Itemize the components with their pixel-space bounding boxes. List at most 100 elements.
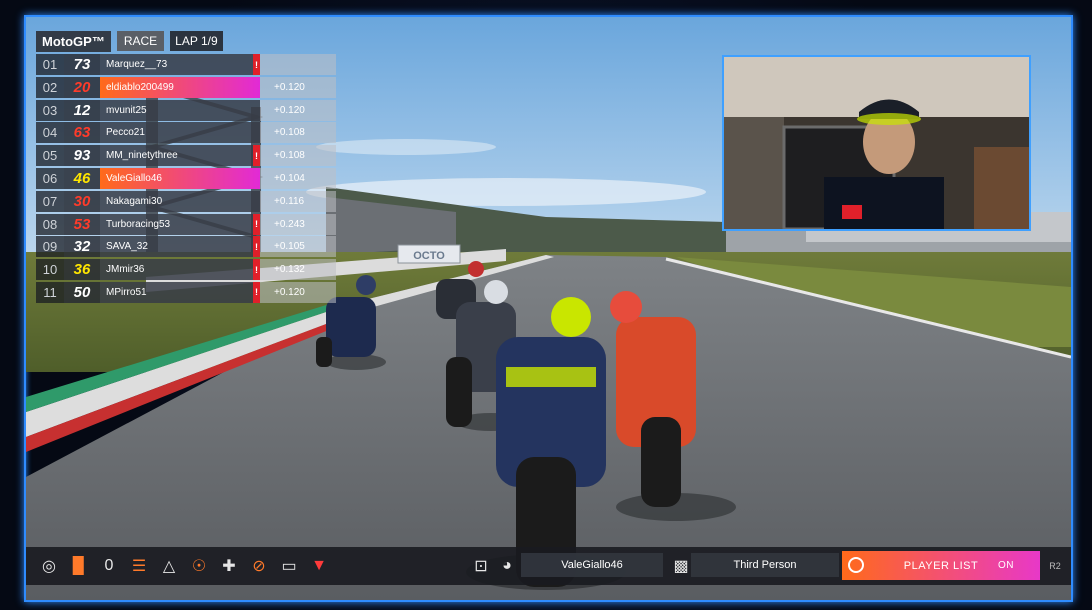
rider-name-text: eldiablo200499 <box>106 81 174 93</box>
gap-time: +0.116 <box>260 190 336 212</box>
position-label: 04 <box>36 122 64 144</box>
standings-row: 09 32 SAVA_32! +0.105 <box>36 236 336 258</box>
standings-row: 04 63 Pecco21 +0.108 <box>36 122 336 144</box>
position-label: 07 <box>36 190 64 212</box>
penalty-flag-icon: ! <box>253 54 260 75</box>
track-sign: OCTO <box>413 250 445 262</box>
position-label: 11 <box>36 281 64 303</box>
camera-view-label: Third Person <box>733 559 797 571</box>
rider-name-text: JMmir36 <box>106 264 145 276</box>
gap-time: +0.104 <box>260 167 336 189</box>
rider-selector-label: ValeGiallo46 <box>561 559 623 571</box>
rider-name: mvunit25 <box>100 99 260 121</box>
position-label: 08 <box>36 213 64 235</box>
standings-row: 06 46 ValeGiallo46 +0.104 <box>36 167 336 189</box>
rider-name-text: Marquez__73 <box>106 59 168 70</box>
dpad-icon[interactable]: ✚ <box>214 551 244 581</box>
camera-view-selector[interactable]: Third Person <box>691 553 839 577</box>
gap-time: +0.108 <box>260 145 336 167</box>
player-list-button[interactable]: PLAYER LIST ON <box>842 551 1040 580</box>
penalty-flag-icon: ! <box>253 213 260 235</box>
rider-number: 50 <box>64 281 100 303</box>
rider-name-text: mvunit25 <box>106 104 147 116</box>
microphone-icon[interactable]: ▼ <box>304 551 334 581</box>
webcam-feed <box>724 57 1029 229</box>
rider-name: MPirro51! <box>100 281 260 303</box>
rider-name-text: Nakagami30 <box>106 195 163 207</box>
rider-number: 53 <box>64 213 100 235</box>
rider-name: Pecco21 <box>100 122 260 144</box>
hud-topbar: MotoGP™ RACE LAP 1/9 <box>36 30 223 52</box>
lap-counter: LAP 1/9 <box>170 31 223 51</box>
rider-name-text: Turboracing53 <box>106 218 171 230</box>
position-label: 02 <box>36 76 64 98</box>
position-label: 01 <box>36 54 64 75</box>
rider-name: MM_ninetythree! <box>100 145 260 167</box>
standings-row: 01 73 Marquez__73! <box>36 54 336 75</box>
rider-number: 12 <box>64 99 100 121</box>
gap-time: +0.132 <box>260 259 336 281</box>
list-icon[interactable]: ☰ <box>124 551 154 581</box>
rider-number: 73 <box>64 54 100 75</box>
game-screen: OCTO MotoGP™ RACE LAP 1/9 01 73 Marquez_… <box>24 15 1073 602</box>
counter-label: 0 <box>104 557 114 574</box>
position-label: 06 <box>36 167 64 189</box>
standings-row: 08 53 Turboracing53! +0.243 <box>36 213 336 235</box>
standings-table: 01 73 Marquez__73! 02 20 eldiablo200499 +0.120… <box>36 54 336 305</box>
position-label: 05 <box>36 145 64 167</box>
rider-name-text: SAVA_32 <box>106 241 148 253</box>
standings-row: 07 30 Nakagami30 +0.116 <box>36 190 336 212</box>
rider-number: 20 <box>64 76 100 98</box>
rider-name: Marquez__73! <box>100 54 260 75</box>
gap-time: +0.243 <box>260 213 336 235</box>
rider-name: eldiablo200499 <box>100 76 260 98</box>
gap-time: +0.120 <box>260 99 336 121</box>
rider-name: Nakagami30 <box>100 190 260 212</box>
rider-name: SAVA_32! <box>100 236 260 258</box>
rider-name-text: MPirro51 <box>106 286 147 298</box>
gap-time: +0.120 <box>260 281 336 303</box>
standings-row: 11 50 MPirro51! +0.120 <box>36 281 336 303</box>
rider-number: 30 <box>64 190 100 212</box>
position-label: 09 <box>36 236 64 258</box>
webcam-overlay <box>722 55 1031 231</box>
rider-name-text: ValeGiallo46 <box>106 172 162 184</box>
rider-name: JMmir36! <box>100 259 260 281</box>
motogp-brand: MotoGP™ <box>36 30 111 52</box>
hide-icon[interactable]: ⊘ <box>244 551 274 581</box>
penalty-flag-icon: ! <box>253 145 260 167</box>
standings-row: 05 93 MM_ninetythree! +0.108 <box>36 145 336 167</box>
gap-time <box>260 54 336 75</box>
standings-row: 03 12 mvunit25 +0.120 <box>36 99 336 121</box>
rider-selector[interactable]: ValeGiallo46 <box>521 553 663 577</box>
player-list-icon <box>848 557 864 573</box>
rider-number: 46 <box>64 167 100 189</box>
position-label: 10 <box>36 259 64 281</box>
penalty-flag-icon: ! <box>253 259 260 281</box>
position-label: 03 <box>36 99 64 121</box>
gap-time: +0.120 <box>260 76 336 98</box>
target-icon[interactable]: ◎ <box>34 551 64 581</box>
rider-name-text: MM_ninetythree <box>106 150 178 162</box>
rider-number: 36 <box>64 259 100 281</box>
helmet-icon[interactable]: ◕ <box>492 551 522 581</box>
rider-number: 32 <box>64 236 100 258</box>
triangle-icon[interactable]: △ <box>154 551 184 581</box>
player-list-label: PLAYER LIST <box>903 559 979 572</box>
fuel-icon[interactable]: ▉ <box>64 551 94 581</box>
standings-row: 10 36 JMmir36! +0.132 <box>36 259 336 281</box>
rider-name-text: Pecco21 <box>106 127 145 139</box>
session-tag: RACE <box>116 31 165 51</box>
gap-time: +0.108 <box>260 122 336 144</box>
rider-number: 63 <box>64 122 100 144</box>
penalty-flag-icon: ! <box>253 281 260 303</box>
rider-name: Turboracing53! <box>100 213 260 235</box>
user-icon[interactable]: ☉ <box>184 551 214 581</box>
spectator-toolbar: ◎ ▉ 0 ☰ △ ☉ ✚ ⊘ ▭ ▼ ⊡ ◕ ValeGiallo46 ▩ T… <box>26 547 1071 585</box>
r2-icon[interactable]: R2 <box>1040 551 1070 581</box>
keyboard-icon[interactable]: ▭ <box>274 551 304 581</box>
rider-name: ValeGiallo46 <box>100 167 260 189</box>
penalty-flag-icon: ! <box>253 236 260 258</box>
player-list-on-label: ON <box>998 560 1014 571</box>
rider-number: 93 <box>64 145 100 167</box>
